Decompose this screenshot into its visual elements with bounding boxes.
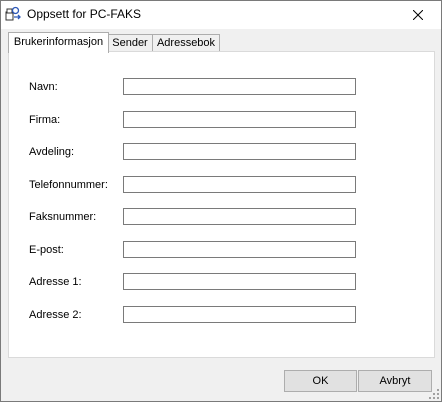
name-field[interactable] xyxy=(123,78,356,95)
department-field[interactable] xyxy=(123,143,356,160)
name-label: Navn: xyxy=(29,81,58,93)
email-label: E-post: xyxy=(29,244,64,256)
company-label: Firma: xyxy=(29,114,61,126)
email-field[interactable] xyxy=(123,241,356,258)
tab-adressebok[interactable]: Adressebok xyxy=(152,34,220,52)
address2-field[interactable] xyxy=(123,306,356,323)
address1-field[interactable] xyxy=(123,273,356,290)
phone-label: Telefonnummer: xyxy=(29,179,108,191)
resize-grip-icon[interactable] xyxy=(428,388,439,399)
dialog-window: Oppsett for PC-FAKS Brukerinformasjon Se… xyxy=(0,0,442,402)
ok-button[interactable]: OK xyxy=(284,370,357,392)
window-title: Oppsett for PC-FAKS xyxy=(27,7,142,21)
cancel-button[interactable]: Avbryt xyxy=(358,370,432,392)
address2-label: Adresse 2: xyxy=(29,309,82,321)
title-bar[interactable]: Oppsett for PC-FAKS xyxy=(1,1,441,29)
tab-sender[interactable]: Sender xyxy=(107,34,153,52)
address1-label: Adresse 1: xyxy=(29,276,82,288)
fax-field[interactable] xyxy=(123,208,356,225)
close-button[interactable] xyxy=(395,1,441,29)
tab-brukerinformasjon[interactable]: Brukerinformasjon xyxy=(8,32,109,53)
tab-panel-brukerinformasjon: Navn: Firma: Avdeling: Telefonnummer: Fa… xyxy=(8,51,435,358)
phone-field[interactable] xyxy=(123,176,356,193)
company-field[interactable] xyxy=(123,111,356,128)
close-icon xyxy=(413,10,423,20)
fax-label: Faksnummer: xyxy=(29,211,97,223)
department-label: Avdeling: xyxy=(29,146,75,158)
fax-setup-icon xyxy=(5,6,21,21)
